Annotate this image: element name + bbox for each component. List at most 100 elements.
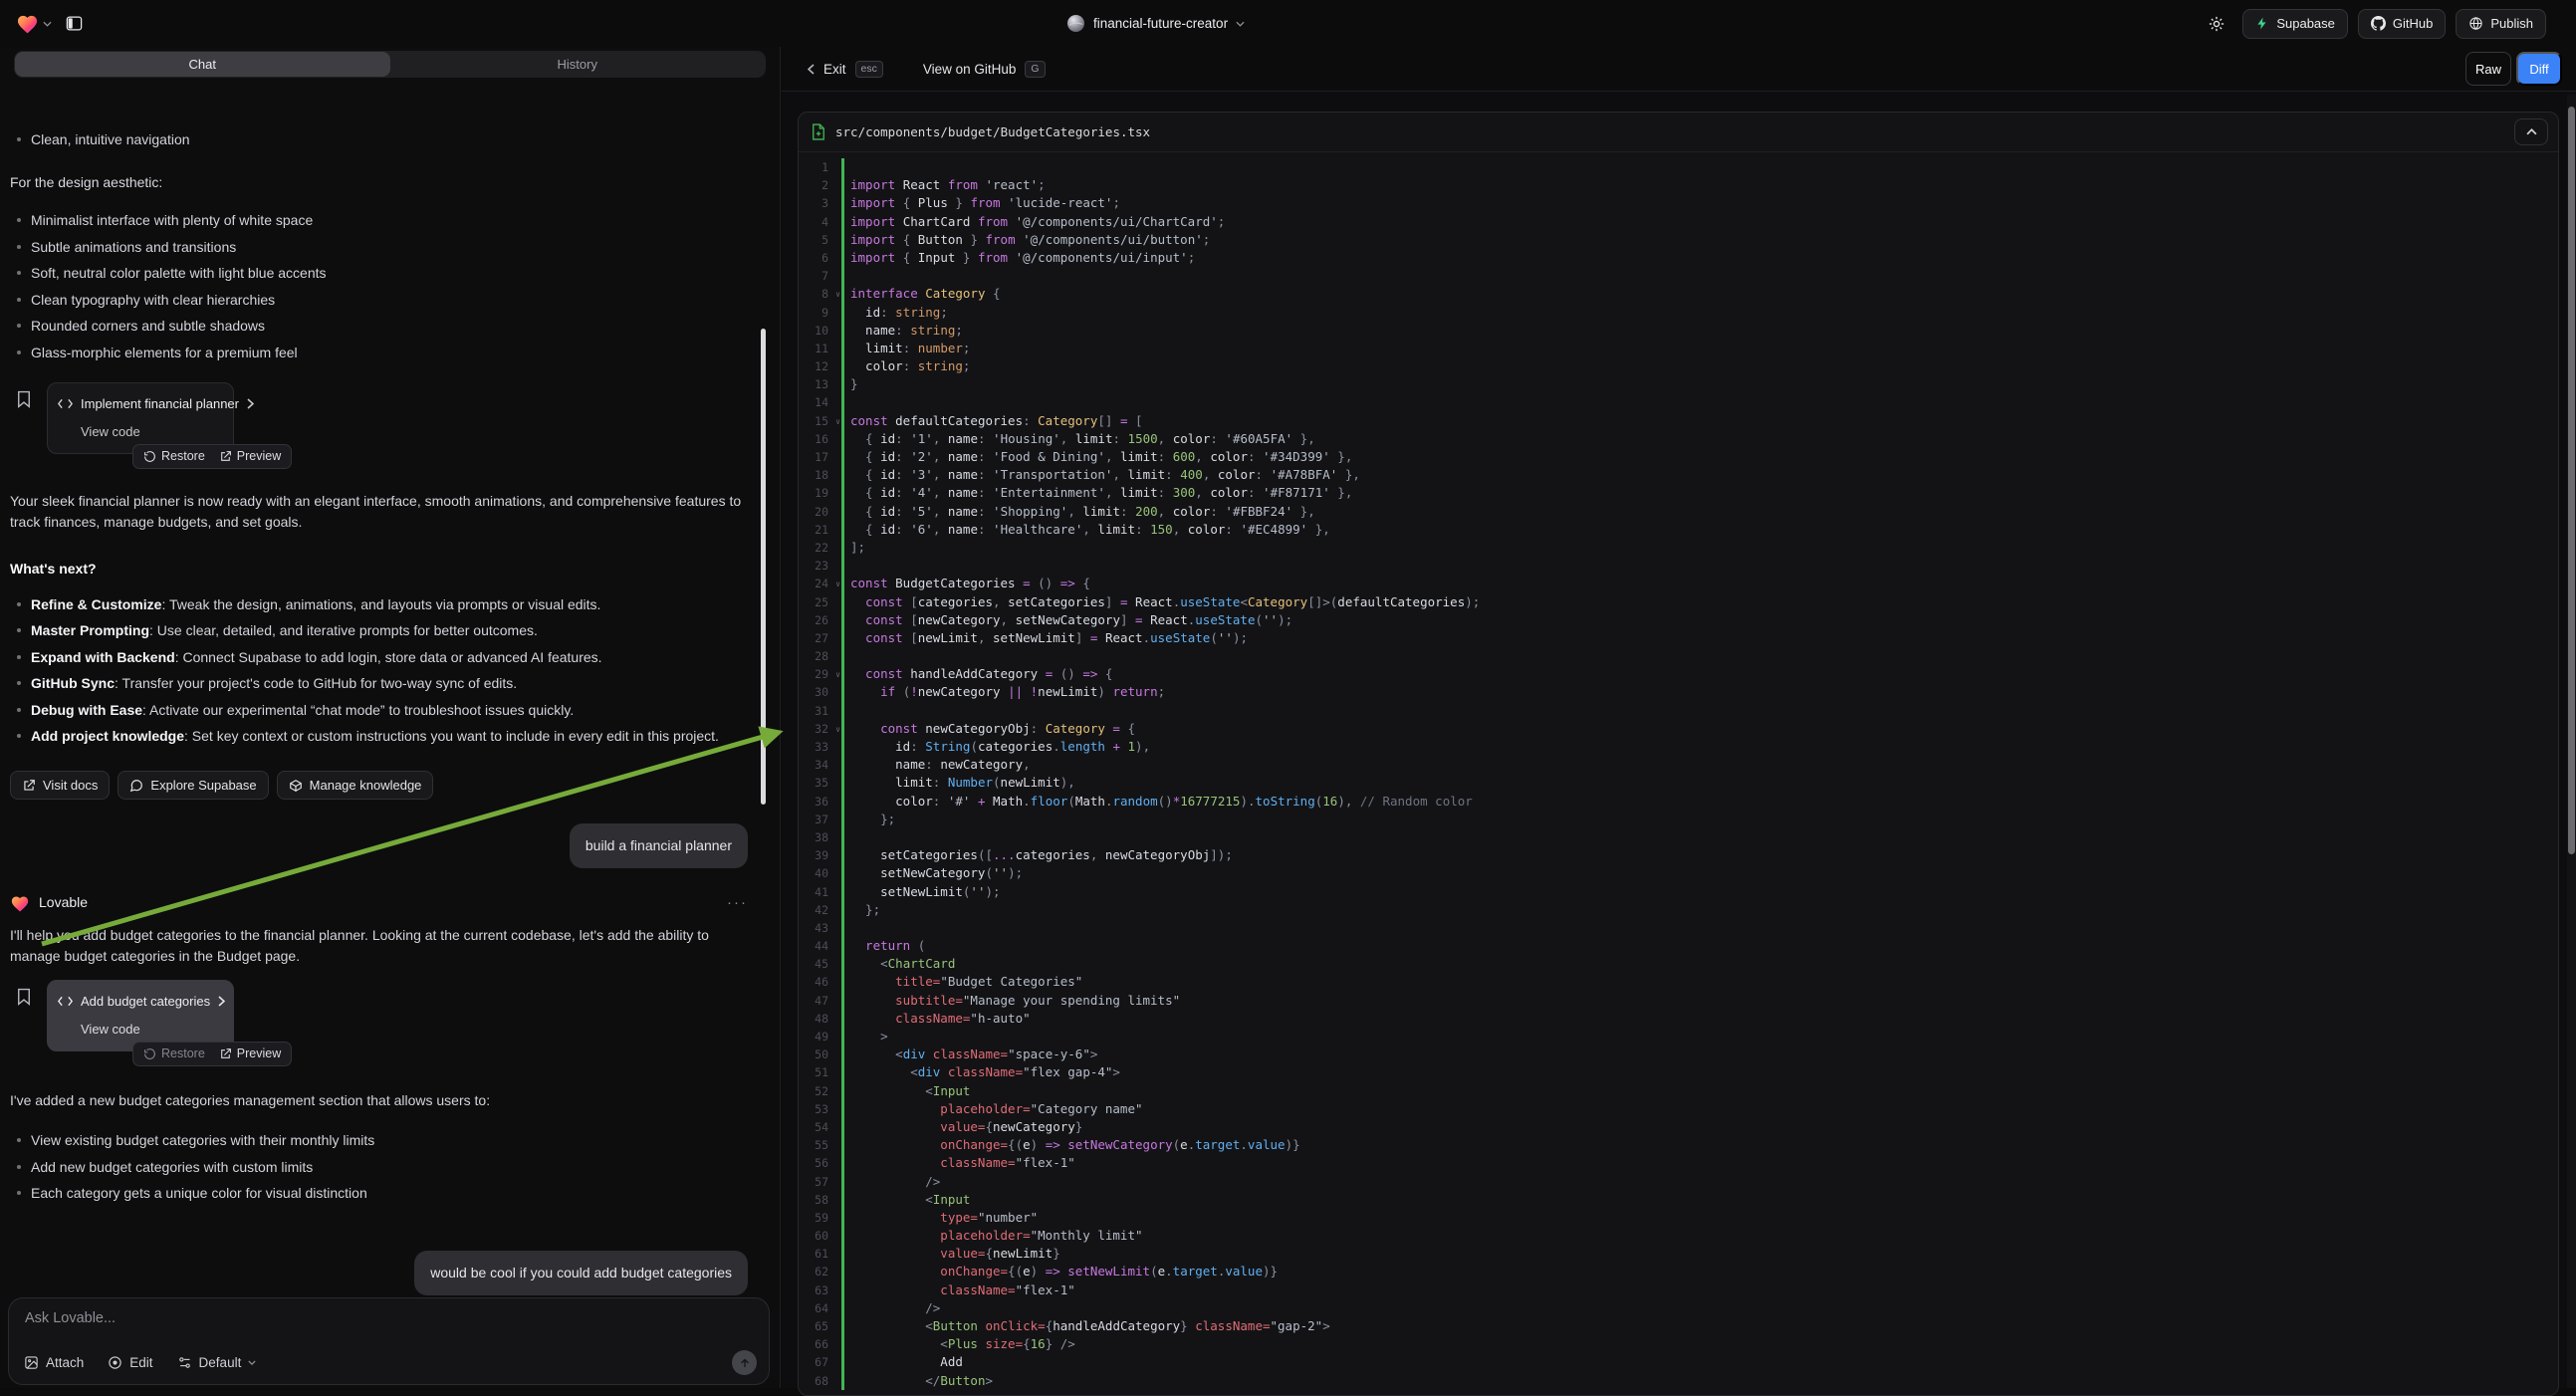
line-number: 27 — [799, 629, 841, 647]
code-line: Add — [850, 1353, 2558, 1371]
mode-selector[interactable]: Default — [177, 1355, 257, 1370]
list-item: Clean, intuitive navigation — [10, 129, 748, 150]
github-label: GitHub — [2393, 16, 2433, 31]
code-line — [850, 158, 2558, 176]
restore-button[interactable]: Restore — [143, 1044, 205, 1064]
chat-history-tabs: Chat History — [14, 51, 766, 78]
exit-button[interactable]: Exit esc — [808, 61, 883, 78]
added-features-list: View existing budget categories with the… — [10, 1130, 748, 1204]
edit-button[interactable]: Edit — [108, 1355, 152, 1370]
fold-chevron-icon[interactable]: ∨ — [835, 286, 840, 304]
view-code-link[interactable]: View code — [81, 1019, 223, 1040]
code-line: }; — [850, 811, 2558, 828]
line-number: 36 — [799, 793, 841, 811]
visit-docs-button[interactable]: Visit docs — [10, 771, 110, 800]
code-line — [850, 267, 2558, 285]
collapse-file-button[interactable] — [2514, 118, 2548, 145]
supabase-button[interactable]: Supabase — [2242, 9, 2348, 39]
lovable-heart-icon — [10, 894, 30, 912]
code-line: <Button onClick={handleAddCategory} clas… — [850, 1317, 2558, 1335]
quick-actions: Visit docs Explore Supabase Manage knowl… — [10, 771, 748, 800]
view-on-github-button[interactable]: View on GitHub G — [923, 61, 1046, 78]
window-scrollbar[interactable] — [2567, 95, 2576, 1388]
more-options-icon[interactable]: ··· — [727, 892, 748, 913]
lovable-logo-menu[interactable] — [16, 13, 52, 34]
version-card-add-budget-categories[interactable]: Add budget categories View code Restore — [47, 980, 234, 1051]
code-gutter: 12345678∨9101112131415∨16171819202122232… — [799, 158, 844, 1390]
send-button[interactable] — [732, 1350, 757, 1375]
code-line: color: string; — [850, 357, 2558, 375]
list-item: GitHub Sync: Transfer your project's cod… — [10, 673, 748, 694]
fold-chevron-icon[interactable]: ∨ — [835, 666, 840, 684]
code-line: className="flex-1" — [850, 1281, 2558, 1299]
publish-button[interactable]: Publish — [2456, 9, 2546, 39]
attach-button[interactable]: Attach — [24, 1355, 84, 1370]
line-number: 6 — [799, 249, 841, 267]
chevron-left-icon — [808, 64, 815, 75]
manage-knowledge-button[interactable]: Manage knowledge — [277, 771, 434, 800]
chevron-down-icon — [43, 21, 52, 27]
fold-chevron-icon[interactable]: ∨ — [835, 576, 840, 593]
github-button[interactable]: GitHub — [2358, 9, 2446, 39]
line-number: 22 — [799, 539, 841, 557]
raw-toggle-button[interactable]: Raw — [2465, 52, 2511, 86]
version-card-implement-financial-planner[interactable]: Implement financial planner View code Re… — [47, 382, 234, 454]
line-number: 3 — [799, 194, 841, 212]
line-number: 64 — [799, 1299, 841, 1317]
preview-button[interactable]: Preview — [219, 446, 281, 467]
bookmark-icon — [17, 988, 31, 1067]
project-selector[interactable]: financial-future-creator — [1066, 0, 1245, 47]
chat-input[interactable] — [25, 1310, 753, 1326]
supabase-label: Supabase — [2276, 16, 2335, 31]
diff-toggle-button[interactable]: Diff — [2516, 52, 2562, 86]
line-number: 7 — [799, 267, 841, 285]
file-header: src/components/budget/BudgetCategories.t… — [799, 113, 2558, 152]
line-number: 33 — [799, 738, 841, 756]
external-link-icon — [219, 1047, 232, 1060]
code-panel: Exit esc View on GitHub G Raw Diff src/c… — [782, 47, 2576, 1388]
code-line: const [categories, setCategories] = Reac… — [850, 593, 2558, 611]
line-number: 26 — [799, 611, 841, 629]
code-line — [850, 919, 2558, 937]
code-line — [850, 647, 2558, 665]
line-number: 24∨ — [799, 575, 841, 592]
explore-supabase-button[interactable]: Explore Supabase — [117, 771, 268, 800]
fold-chevron-icon[interactable]: ∨ — [835, 721, 840, 739]
code-line: return ( — [850, 937, 2558, 955]
code-line: const newCategoryObj: Category = { — [850, 720, 2558, 738]
line-number: 31 — [799, 702, 841, 720]
view-code-link[interactable]: View code — [81, 421, 223, 442]
supabase-icon — [2255, 16, 2269, 31]
line-number: 67 — [799, 1353, 841, 1371]
code-line: value={newCategory} — [850, 1118, 2558, 1136]
globe-icon — [2468, 16, 2483, 31]
list-item: Master Prompting: Use clear, detailed, a… — [10, 620, 748, 641]
line-number: 57 — [799, 1173, 841, 1191]
sidebar-toggle-button[interactable] — [58, 9, 90, 39]
code-line: color: '#' + Math.floor(Math.random()*16… — [850, 793, 2558, 811]
fold-chevron-icon[interactable]: ∨ — [835, 413, 840, 431]
list-item: Minimalist interface with plenty of whit… — [10, 210, 748, 231]
line-number: 56 — [799, 1154, 841, 1172]
settings-button[interactable] — [2201, 9, 2232, 39]
chat-composer: Attach Edit Default — [8, 1297, 770, 1385]
restore-button[interactable]: Restore — [143, 446, 205, 467]
preview-button[interactable]: Preview — [219, 1044, 281, 1064]
chat-scrollbar[interactable] — [761, 329, 766, 805]
code-line: placeholder="Category name" — [850, 1100, 2558, 1118]
g-kbd: G — [1025, 61, 1045, 78]
code-line: const [newLimit, setNewLimit] = React.us… — [850, 629, 2558, 647]
scrollbar-thumb[interactable] — [2568, 107, 2575, 854]
manage-knowledge-label: Manage knowledge — [310, 778, 422, 793]
image-icon — [24, 1355, 39, 1370]
code-line: import { Plus } from 'lucide-react'; — [850, 194, 2558, 212]
line-number: 49 — [799, 1028, 841, 1046]
tab-chat[interactable]: Chat — [15, 52, 390, 77]
version-card-row: Implement financial planner View code Re… — [10, 382, 748, 470]
list-item: Add project knowledge: Set key context o… — [10, 726, 748, 747]
code-line — [850, 393, 2558, 411]
design-bullet-list: Minimalist interface with plenty of whit… — [10, 210, 748, 363]
tab-history[interactable]: History — [390, 52, 766, 77]
assistant-text: I've added a new budget categories manag… — [10, 1090, 748, 1111]
line-number: 41 — [799, 883, 841, 901]
